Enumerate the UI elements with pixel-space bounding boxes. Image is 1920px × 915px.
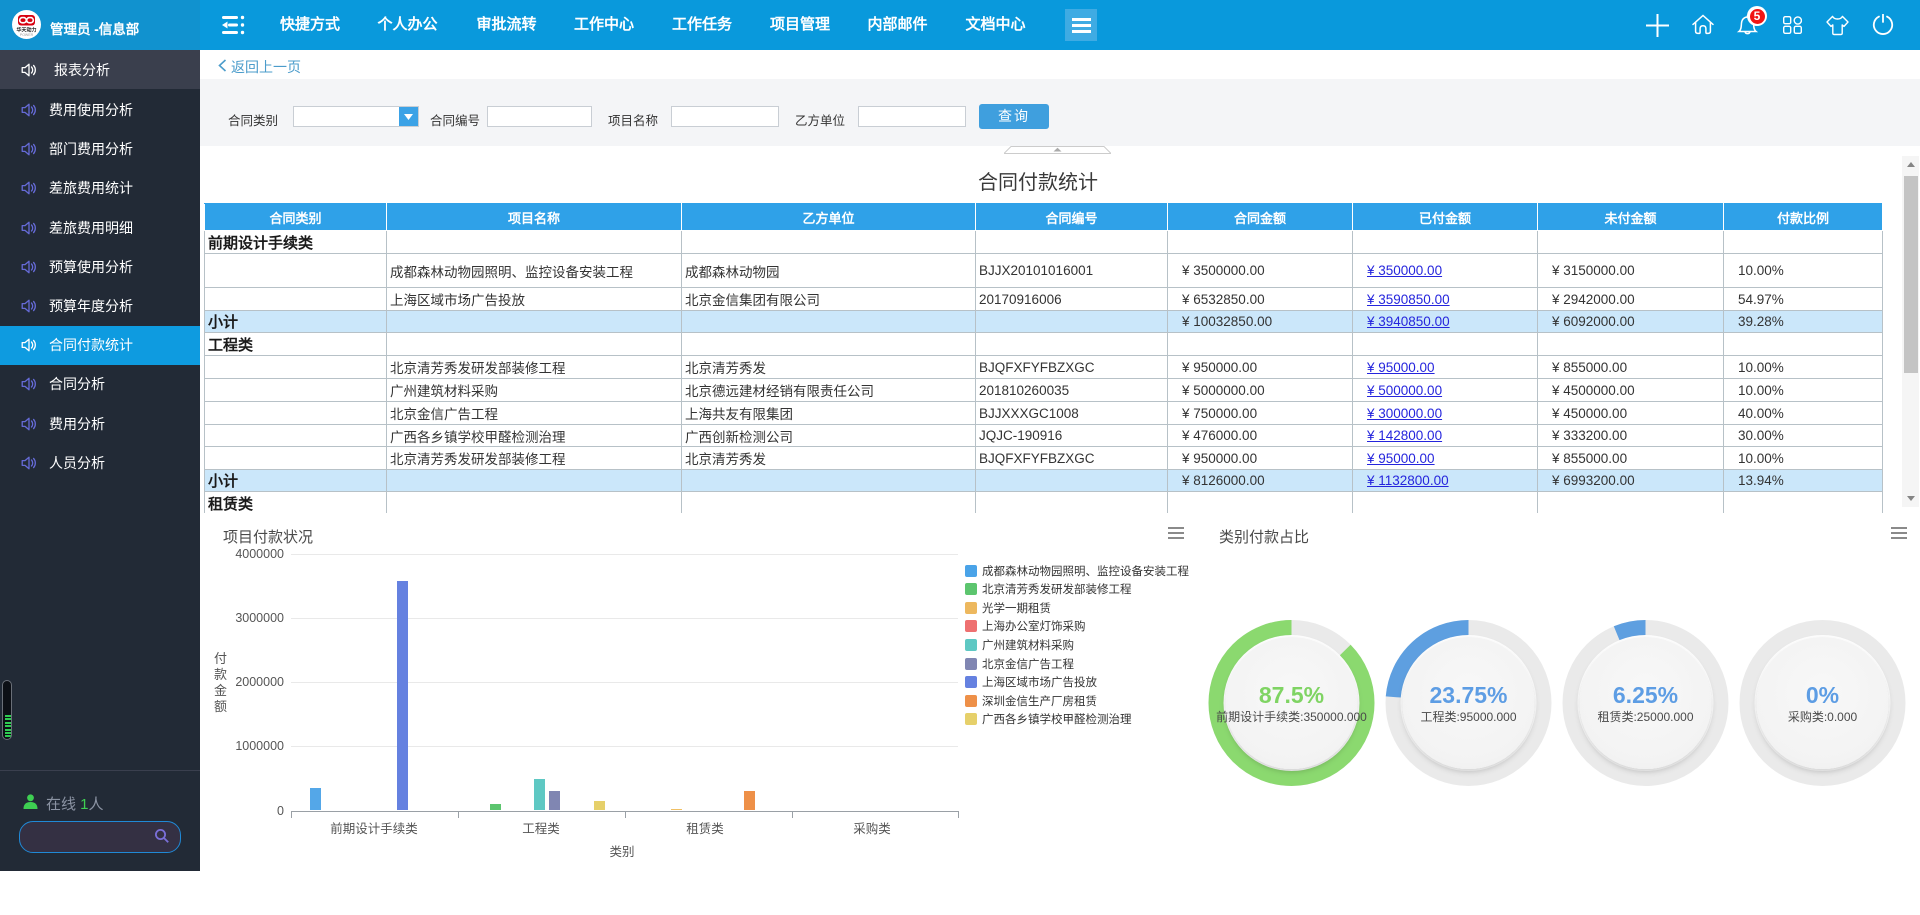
svg-text:6.25%: 6.25% [1613, 682, 1678, 708]
svg-text:0%: 0% [1806, 682, 1839, 708]
svg-text:前期设计手续类:350000.000: 前期设计手续类:350000.000 [1216, 709, 1367, 724]
svg-text:采购类:0.000: 采购类:0.000 [1788, 709, 1858, 724]
svg-text:23.75%: 23.75% [1429, 682, 1507, 708]
svg-text:POWER: POWER [20, 33, 34, 37]
svg-text:工程类:95000.000: 工程类:95000.000 [1420, 709, 1516, 724]
svg-text:87.5%: 87.5% [1259, 682, 1324, 708]
svg-text:租赁类:25000.000: 租赁类:25000.000 [1597, 710, 1693, 724]
